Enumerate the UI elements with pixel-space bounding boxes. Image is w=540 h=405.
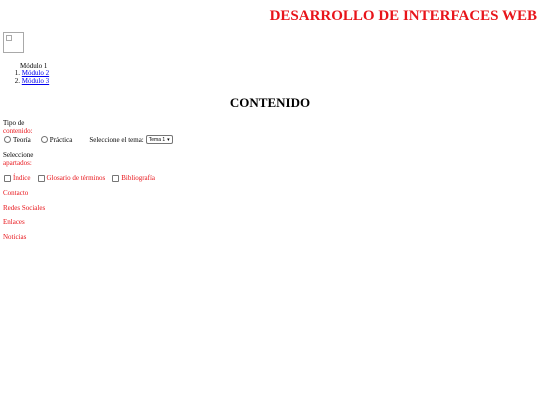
radio-practica-label[interactable]: Práctica [50, 136, 73, 144]
radio-teoria[interactable] [4, 136, 11, 143]
footer-links: Contacto Redes Sociales Enlaces Noticias [3, 189, 45, 247]
checkbox-bibliografia[interactable] [112, 174, 120, 182]
nav-link-modulo-2[interactable]: Módulo 2 [22, 69, 49, 77]
checkbox-bibliografia-label[interactable]: Bibliografía [121, 174, 155, 182]
site-title: DESARROLLO DE INTERFACES WEB [269, 8, 537, 24]
module-list: 1. Módulo 2 2. Módulo 3 [6, 69, 49, 85]
content-heading: CONTENIDO [229, 95, 311, 110]
nav-link-modulo-3[interactable]: Módulo 3 [22, 77, 49, 85]
footer-link-enlaces[interactable]: Enlaces [3, 218, 45, 233]
content-type-label-line2: contenido: [3, 127, 33, 135]
broken-image-icon [3, 32, 24, 53]
list-item: 2. Módulo 3 [6, 77, 49, 85]
chevron-down-icon: ▾ [167, 136, 170, 143]
list-item: 1. Módulo 2 [6, 69, 49, 77]
list-number: 2. [14, 77, 20, 85]
sections-label: Seleccione apartados: [3, 151, 33, 167]
radio-practica[interactable] [40, 136, 48, 143]
checkbox-indice[interactable] [4, 174, 11, 182]
content-type-label: Tipo de contenido: [3, 119, 33, 135]
content-type-label-line1: Tipo de [3, 119, 25, 127]
theme-select-label: Seleccione el tema: [89, 135, 144, 144]
footer-link-contacto[interactable]: Contacto [3, 189, 45, 204]
checkbox-glosario[interactable] [37, 174, 45, 182]
sections-label-line2: apartados: [3, 159, 32, 167]
theme-select-value: Tema 1 [148, 136, 166, 143]
radio-teoria-label[interactable]: Teoría [13, 136, 31, 144]
checkbox-glosario-label[interactable]: Glosario de términos [47, 174, 106, 182]
content-type-options: Teoría Práctica Seleccione el tema: Tema… [4, 135, 173, 144]
footer-link-redes-sociales[interactable]: Redes Sociales [3, 204, 45, 219]
sections-label-line1: Seleccione [3, 151, 34, 159]
theme-select[interactable]: Tema 1 ▾ [145, 135, 173, 144]
sections-options: Índice Glosario de términos Bibliografía [4, 174, 162, 182]
footer-link-noticias[interactable]: Noticias [3, 233, 45, 248]
checkbox-indice-label[interactable]: Índice [13, 174, 31, 182]
list-number: 1. [14, 69, 20, 77]
